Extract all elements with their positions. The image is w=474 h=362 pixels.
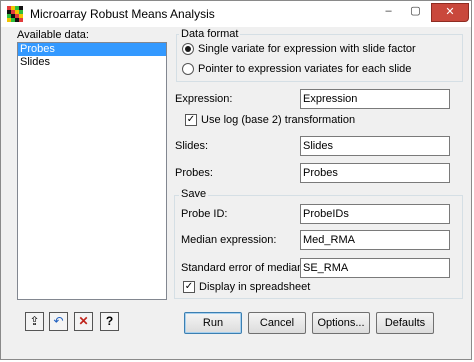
cancel-button[interactable]: Cancel bbox=[248, 312, 306, 334]
display-spreadsheet-checkbox[interactable]: ✓ bbox=[183, 281, 195, 293]
close-button[interactable]: ✕ bbox=[431, 3, 469, 22]
std-error-field[interactable]: SE_RMA bbox=[300, 258, 450, 278]
undo-icon[interactable]: ↶ bbox=[49, 312, 68, 331]
help-icon[interactable]: ? bbox=[100, 312, 119, 331]
log-transform-checkbox[interactable]: ✓ bbox=[185, 114, 197, 126]
pointer-variates-label: Pointer to expression variates for each … bbox=[198, 63, 412, 75]
minimize-button[interactable]: – bbox=[375, 3, 402, 22]
run-button[interactable]: Run bbox=[184, 312, 242, 334]
title-bar[interactable]: Microarray Robust Means Analysis – ▢ ✕ bbox=[1, 1, 471, 27]
list-item-probes[interactable]: Probes bbox=[18, 43, 166, 56]
clear-icon[interactable]: ✕ bbox=[74, 312, 93, 331]
probe-id-label: Probe ID: bbox=[181, 208, 228, 220]
single-variate-radio[interactable] bbox=[182, 43, 194, 55]
median-expression-field[interactable]: Med_RMA bbox=[300, 230, 450, 250]
median-expression-label: Median expression: bbox=[181, 234, 277, 246]
single-variate-label: Single variate for expression with slide… bbox=[198, 43, 416, 55]
window-title: Microarray Robust Means Analysis bbox=[30, 7, 215, 21]
display-spreadsheet-label: Display in spreadsheet bbox=[199, 281, 311, 293]
defaults-button[interactable]: Defaults bbox=[376, 312, 434, 334]
options-button[interactable]: Options... bbox=[312, 312, 370, 334]
probes-label: Probes: bbox=[175, 167, 213, 179]
slides-label: Slides: bbox=[175, 140, 209, 152]
probes-field[interactable]: Probes bbox=[300, 163, 450, 183]
available-data-label: Available data: bbox=[17, 29, 89, 41]
std-error-label: Standard error of median: bbox=[181, 262, 307, 274]
pin-icon[interactable]: ⇪ bbox=[25, 312, 44, 331]
dialog-window: Microarray Robust Means Analysis – ▢ ✕ A… bbox=[0, 0, 472, 360]
save-title: Save bbox=[179, 188, 209, 200]
expression-label: Expression: bbox=[175, 93, 233, 105]
log-transform-label: Use log (base 2) transformation bbox=[201, 114, 356, 126]
available-data-list[interactable]: Probes Slides bbox=[17, 42, 167, 300]
pointer-variates-radio[interactable] bbox=[182, 63, 194, 75]
slides-field[interactable]: Slides bbox=[300, 136, 450, 156]
genstat-app-icon bbox=[7, 6, 23, 22]
maximize-button[interactable]: ▢ bbox=[402, 3, 429, 22]
expression-field[interactable]: Expression bbox=[300, 89, 450, 109]
data-format-title: Data format bbox=[179, 28, 241, 40]
probe-id-field[interactable]: ProbeIDs bbox=[300, 204, 450, 224]
list-item-slides[interactable]: Slides bbox=[18, 56, 166, 69]
